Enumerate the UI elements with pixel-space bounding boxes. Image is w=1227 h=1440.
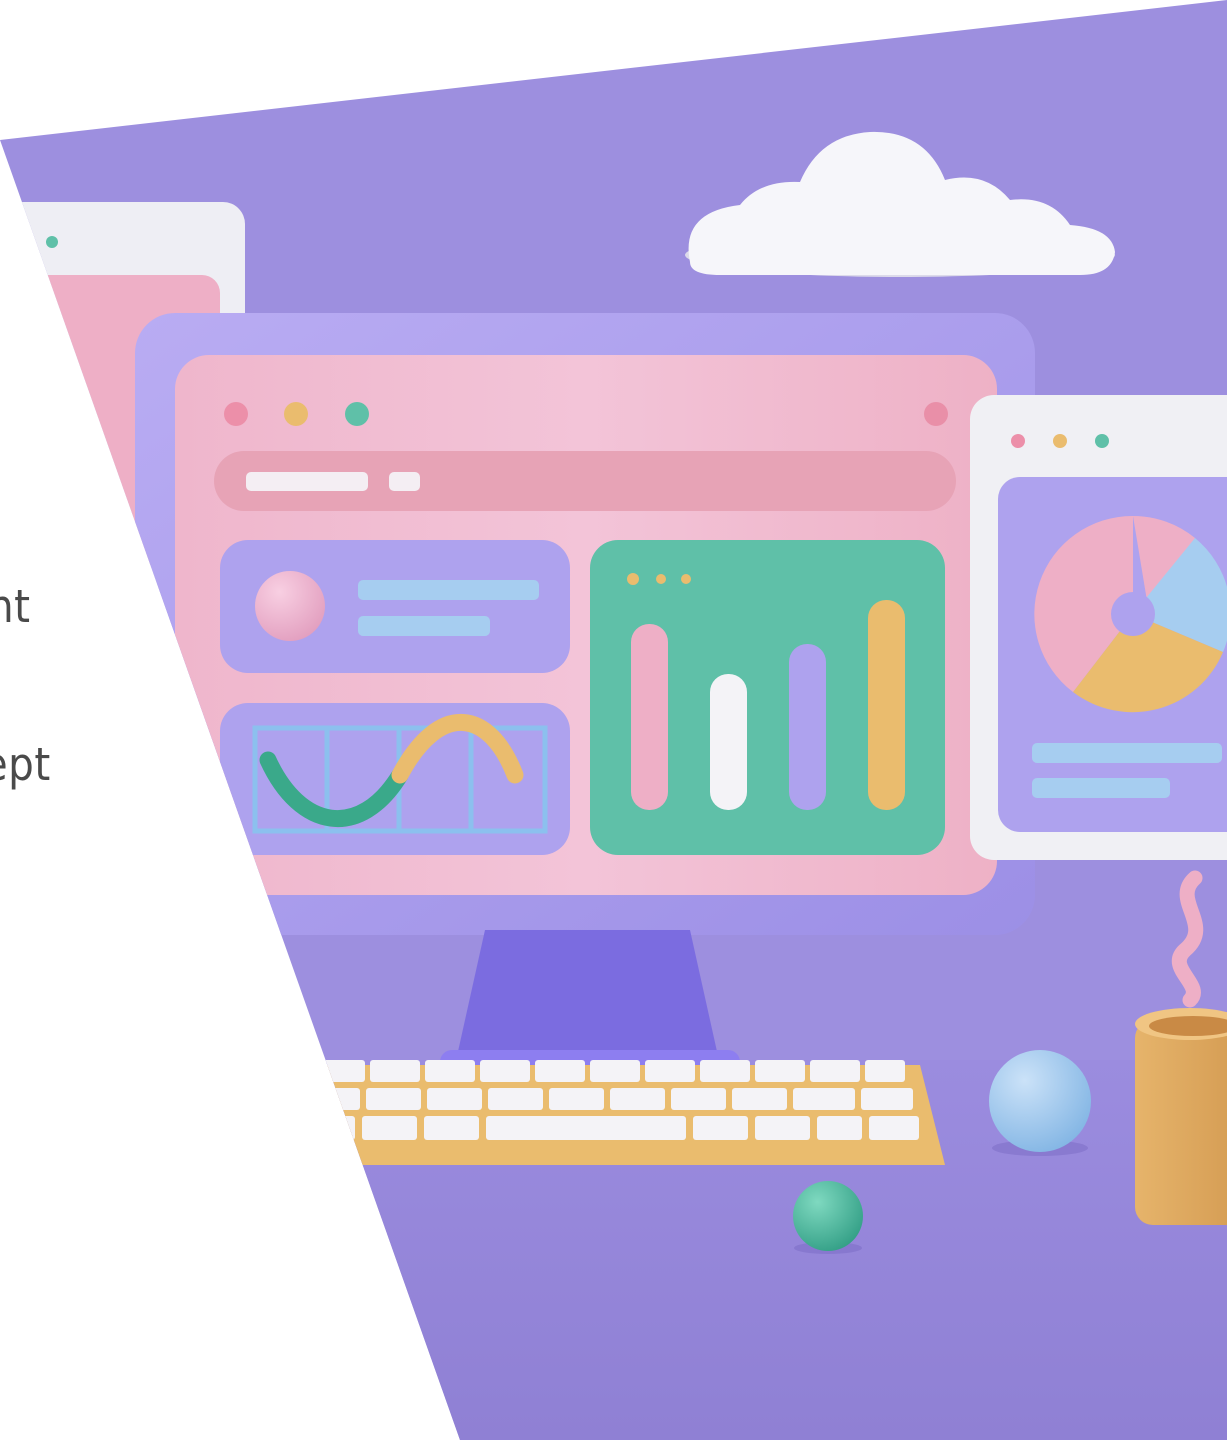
text-fragment-2: cept — [0, 738, 51, 791]
pie-window — [970, 395, 1227, 860]
keyboard — [275, 1060, 945, 1165]
text-fragment-1: nt — [0, 580, 31, 633]
cup — [1135, 1008, 1227, 1225]
3d-dashboard-illustration — [0, 0, 1227, 1440]
slide: nt cept — [0, 0, 1227, 1440]
